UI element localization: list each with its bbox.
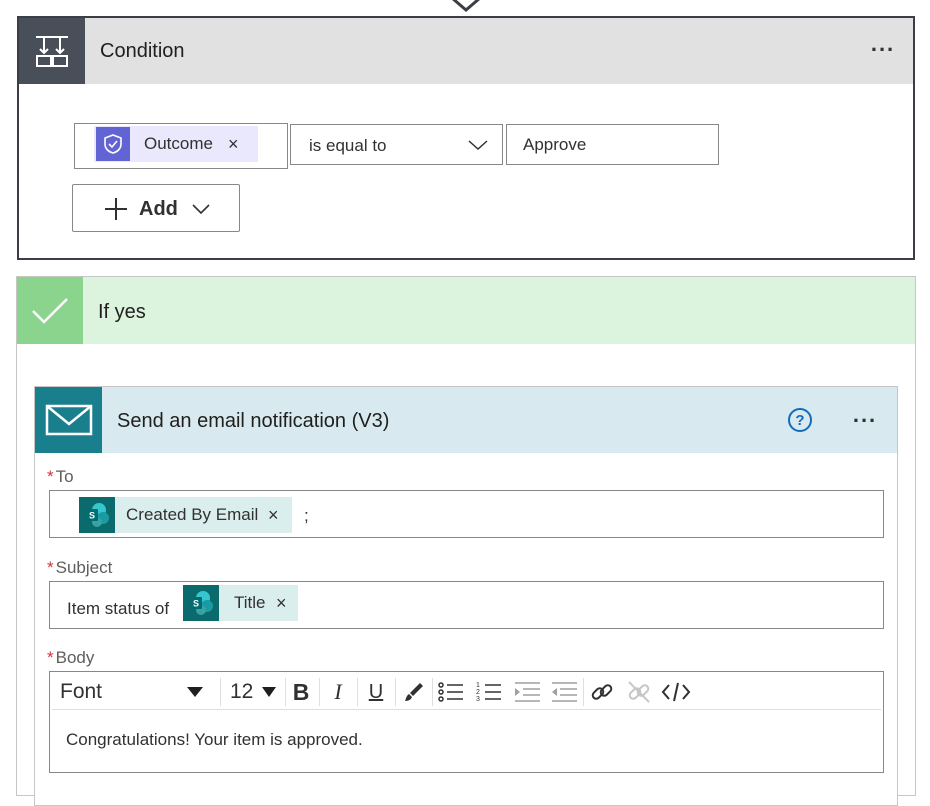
bold-button[interactable]: B bbox=[284, 675, 318, 709]
font-family-dropdown[interactable]: Font bbox=[60, 674, 220, 710]
unlink-icon[interactable] bbox=[622, 675, 656, 709]
toolbar-divider bbox=[583, 678, 584, 706]
if-yes-title: If yes bbox=[98, 301, 146, 323]
condition-title: Condition bbox=[100, 40, 185, 62]
toolbar-divider bbox=[395, 678, 396, 706]
paint-brush-icon[interactable] bbox=[397, 675, 431, 709]
numbered-list-icon[interactable]: 123 bbox=[472, 675, 506, 709]
checkmark-icon bbox=[17, 277, 83, 344]
subject-label: * Subject bbox=[47, 558, 113, 577]
if-yes-header[interactable]: If yes bbox=[17, 277, 915, 344]
toolbar-divider bbox=[357, 678, 358, 706]
more-options-icon[interactable]: ... bbox=[845, 403, 885, 433]
send-email-action-card: Send an email notification (V3) ? ... * T… bbox=[34, 386, 898, 806]
svg-text:3: 3 bbox=[476, 696, 480, 703]
add-button-label: Add bbox=[139, 198, 178, 220]
remove-icon[interactable]: × bbox=[276, 588, 287, 618]
right-operand-field[interactable]: Approve bbox=[506, 124, 719, 165]
toolbar-divider bbox=[319, 678, 320, 706]
if-yes-branch: If yes Send an email notification (V3) ?… bbox=[16, 276, 916, 806]
subject-text: Item status of bbox=[67, 599, 170, 618]
subject-field[interactable]: Item status of S Title × bbox=[49, 581, 884, 629]
help-icon[interactable]: ? bbox=[788, 408, 812, 432]
mail-icon bbox=[35, 387, 102, 453]
rich-text-toolbar: Font 12 B I U 1 2 3 bbox=[52, 674, 881, 710]
bulleted-list-icon[interactable] bbox=[434, 675, 468, 709]
required-mark: * bbox=[47, 648, 54, 667]
operator-dropdown[interactable]: is equal to bbox=[290, 124, 503, 165]
dynamic-content-token-title[interactable]: S Title × bbox=[183, 585, 298, 621]
operator-value: is equal to bbox=[309, 136, 387, 155]
body-editor[interactable]: Font 12 B I U 1 2 3 Congratulations! You… bbox=[49, 671, 884, 773]
flow-connector-arrow-icon bbox=[452, 0, 480, 12]
svg-text:S: S bbox=[193, 599, 199, 609]
sharepoint-icon: S bbox=[79, 497, 115, 533]
condition-header[interactable]: Condition ... bbox=[19, 18, 913, 84]
token-label: Title bbox=[234, 593, 266, 612]
chevron-down-icon bbox=[192, 204, 210, 215]
to-label: * To bbox=[47, 467, 74, 486]
toolbar-divider bbox=[220, 678, 221, 706]
sharepoint-icon: S bbox=[183, 585, 219, 621]
dynamic-content-token-created-by-email[interactable]: S Created By Email × bbox=[79, 497, 292, 533]
condition-icon bbox=[19, 18, 85, 84]
svg-text:S: S bbox=[89, 511, 95, 521]
caret-down-icon bbox=[187, 687, 203, 697]
remove-icon[interactable]: × bbox=[268, 500, 279, 530]
body-content[interactable]: Congratulations! Your item is approved. bbox=[66, 730, 363, 750]
recipient-separator: ; bbox=[304, 506, 309, 525]
send-email-action-header[interactable]: Send an email notification (V3) ? ... bbox=[35, 387, 897, 453]
required-mark: * bbox=[47, 467, 54, 486]
chevron-down-icon bbox=[468, 140, 488, 151]
remove-icon[interactable]: × bbox=[228, 129, 239, 159]
plus-icon bbox=[105, 198, 127, 220]
more-options-icon[interactable]: ... bbox=[863, 32, 903, 62]
condition-card: Condition ... Outcome × is equal to Appr… bbox=[17, 16, 915, 260]
to-field[interactable]: S Created By Email × ; bbox=[49, 490, 884, 538]
svg-text:2: 2 bbox=[476, 689, 480, 696]
add-button[interactable]: Add bbox=[72, 184, 240, 232]
underline-button[interactable]: U bbox=[359, 675, 393, 709]
dynamic-content-token-outcome[interactable]: Outcome × bbox=[94, 126, 258, 162]
token-label: Created By Email bbox=[126, 505, 259, 524]
decrease-indent-icon[interactable] bbox=[547, 675, 581, 709]
font-size-dropdown[interactable]: 12 bbox=[228, 674, 284, 710]
token-label: Outcome bbox=[144, 134, 213, 153]
increase-indent-icon[interactable] bbox=[510, 675, 544, 709]
left-operand-field[interactable]: Outcome × bbox=[74, 123, 288, 169]
font-family-value: Font bbox=[60, 680, 103, 703]
required-mark: * bbox=[47, 558, 54, 577]
action-title: Send an email notification (V3) bbox=[117, 410, 390, 432]
approval-icon bbox=[96, 127, 130, 161]
toolbar-divider bbox=[432, 678, 433, 706]
code-view-icon[interactable] bbox=[659, 675, 693, 709]
caret-down-icon bbox=[262, 687, 276, 697]
svg-text:1: 1 bbox=[476, 682, 480, 689]
link-icon[interactable] bbox=[585, 675, 619, 709]
font-size-value: 12 bbox=[230, 680, 254, 703]
body-label: * Body bbox=[47, 648, 95, 667]
italic-button[interactable]: I bbox=[321, 675, 355, 709]
